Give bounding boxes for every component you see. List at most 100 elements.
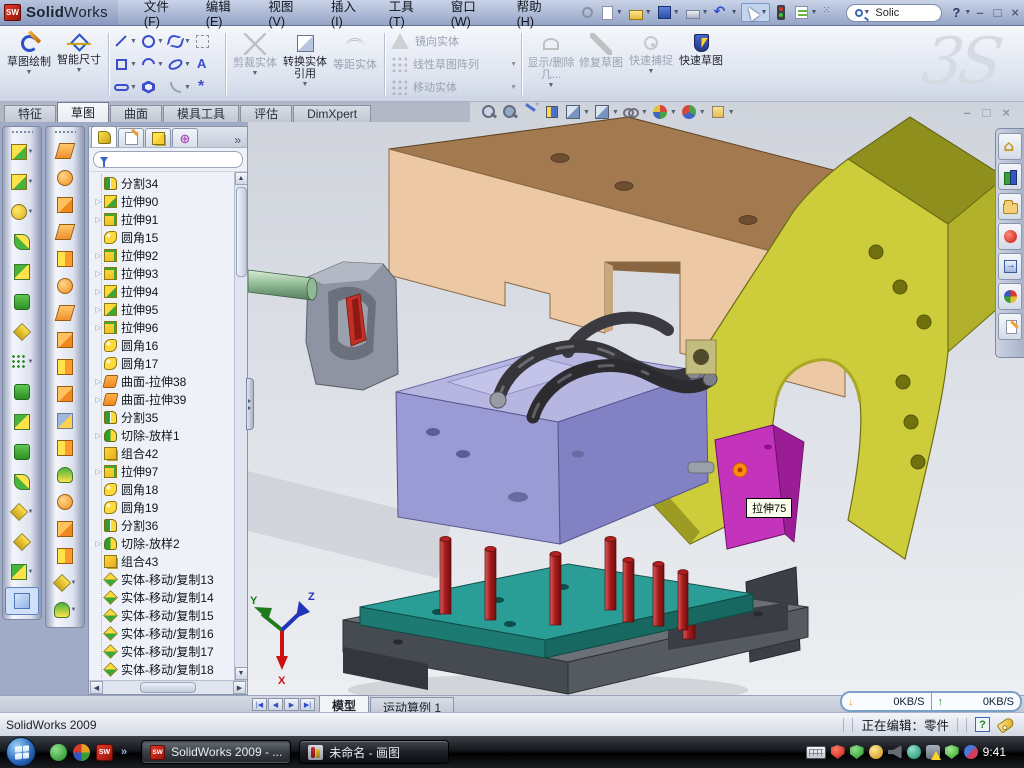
- repair-sketch-button[interactable]: 修复草图 ▼: [576, 29, 626, 99]
- panel-tabs-overflow[interactable]: »: [234, 133, 241, 147]
- dropdown-caret-icon[interactable]: ▼: [28, 509, 34, 515]
- keyboard-layout-icon[interactable]: [806, 746, 826, 759]
- arc-icon[interactable]: ▼: [140, 53, 167, 76]
- mirror-feature-icon[interactable]: ▼: [3, 377, 41, 407]
- linear-pattern-icon[interactable]: ▼: [3, 347, 41, 377]
- parting-surface-icon[interactable]: ▼: [46, 461, 84, 488]
- trim-entities-button[interactable]: 剪裁实体 ▼: [230, 29, 280, 99]
- ribbon-tab[interactable]: 曲面: [110, 105, 162, 122]
- first-tab-button[interactable]: |◀: [252, 698, 267, 711]
- solidworks-resources-tab[interactable]: [998, 133, 1022, 160]
- draft-icon[interactable]: ▼: [3, 437, 41, 467]
- dropdown-caret-icon[interactable]: ▼: [130, 84, 139, 91]
- network-alert-tray-icon[interactable]: [926, 745, 940, 759]
- menu-item[interactable]: 视图(V): [258, 0, 319, 32]
- extruded-boss-icon[interactable]: ▼: [3, 137, 41, 167]
- open-icon[interactable]: ▼: [626, 5, 654, 21]
- feature-tree-item[interactable]: ▷ 圆角16: [93, 336, 234, 354]
- zoom-area-icon[interactable]: ▼: [501, 103, 519, 121]
- menu-item[interactable]: 编辑(E): [196, 0, 257, 32]
- doc-close-button[interactable]: ×: [1002, 107, 1010, 119]
- sketch-fillet-icon[interactable]: ▼: [167, 76, 194, 99]
- surface-reference-icon[interactable]: ▼: [46, 569, 84, 596]
- feature-tree-item[interactable]: ▷ 拉伸96: [93, 318, 234, 336]
- scrollbar-thumb[interactable]: [140, 682, 196, 693]
- dropdown-caret-icon[interactable]: ▼: [548, 82, 555, 89]
- display-delete-relations-button[interactable]: 显示/删除几... ▼: [526, 29, 576, 99]
- feature-tree-item[interactable]: ▷ 切除-放样1: [93, 426, 234, 444]
- expand-arrow-icon[interactable]: ▷: [93, 269, 104, 278]
- graphics-viewport[interactable]: X Y Z ▼ ▼ ▼ ▼ ▼: [248, 102, 1024, 695]
- start-button[interactable]: [6, 737, 36, 767]
- apply-scene-icon[interactable]: ▼: [680, 103, 706, 121]
- dropdown-caret-icon[interactable]: ▼: [28, 209, 34, 215]
- dropdown-caret-icon[interactable]: ▼: [184, 84, 193, 91]
- model-part-guide-boss[interactable]: [686, 340, 716, 374]
- feature-tree-item[interactable]: ▷ 圆角15: [93, 228, 234, 246]
- ribbon-tab[interactable]: DimXpert: [293, 105, 371, 122]
- options-icon[interactable]: ▼: [792, 4, 819, 21]
- panel-splitter-handle[interactable]: [246, 378, 254, 430]
- core-icon[interactable]: ▼: [46, 515, 84, 542]
- offset-surface-icon[interactable]: ▼: [46, 218, 84, 245]
- expand-arrow-icon[interactable]: ▷: [93, 287, 104, 296]
- dropdown-caret-icon[interactable]: ▼: [184, 38, 193, 45]
- swept-surface-icon[interactable]: ▼: [46, 137, 84, 164]
- dropdown-caret-icon[interactable]: ▼: [670, 109, 677, 116]
- shell-icon[interactable]: ▼: [3, 287, 41, 317]
- security-alert-tray-icon[interactable]: [831, 745, 845, 759]
- app-quicklaunch-icon[interactable]: [73, 744, 90, 761]
- toolbar-overflow-icon[interactable]: ⁙ ▼: [820, 4, 840, 22]
- dropdown-caret-icon[interactable]: ▼: [130, 61, 139, 68]
- scroll-down-icon[interactable]: ▼: [235, 667, 248, 680]
- taskbar-clock[interactable]: 9:41: [983, 745, 1006, 759]
- model-part-sprue-rod[interactable]: [248, 270, 317, 300]
- expand-arrow-icon[interactable]: ▷: [93, 323, 104, 332]
- dropdown-caret-icon[interactable]: ▼: [26, 69, 33, 76]
- mirror-entities-button[interactable]: 镜向实体 ▼: [389, 31, 517, 51]
- dropdown-caret-icon[interactable]: ▼: [157, 61, 166, 68]
- menu-item[interactable]: 工具(T): [379, 0, 439, 32]
- text-icon[interactable]: ▼: [194, 53, 221, 76]
- feature-tree-item[interactable]: ▷ 分割36: [93, 516, 234, 534]
- extruded-cut-icon[interactable]: ▼: [3, 167, 41, 197]
- menu-item[interactable]: 插入(I): [321, 0, 377, 32]
- lofted-boss-icon[interactable]: ▼: [3, 257, 41, 287]
- dropdown-caret-icon[interactable]: ▼: [673, 9, 680, 16]
- trim-surface-icon[interactable]: ▼: [46, 353, 84, 380]
- featuremanager-tab[interactable]: [91, 126, 117, 147]
- feature-tree-item[interactable]: ▷ 拉伸93: [93, 264, 234, 282]
- dropdown-caret-icon[interactable]: ▼: [130, 38, 139, 45]
- restore-button[interactable]: □: [989, 5, 1007, 20]
- scroll-left-icon[interactable]: ◀: [90, 681, 103, 694]
- view-palette-tab[interactable]: [998, 253, 1022, 280]
- dropdown-caret-icon[interactable]: ▼: [702, 9, 709, 16]
- solidworks-quicklaunch-icon[interactable]: SW: [96, 744, 113, 761]
- zoom-fit-icon[interactable]: ▼: [480, 103, 498, 121]
- dropdown-caret-icon[interactable]: ▼: [731, 9, 738, 16]
- appearances-tab[interactable]: [998, 223, 1022, 250]
- expand-arrow-icon[interactable]: ▷: [93, 215, 104, 224]
- pin-icon[interactable]: ▼: [578, 4, 597, 21]
- feature-tree-item[interactable]: ▷ 组合43: [93, 552, 234, 570]
- ribbon-tab[interactable]: 草图: [57, 102, 109, 122]
- ruled-surface-icon[interactable]: ▼: [46, 191, 84, 218]
- filter-input[interactable]: [112, 154, 254, 166]
- hole-wizard-icon[interactable]: ▼: [3, 317, 41, 347]
- dropdown-caret-icon[interactable]: ▼: [612, 109, 619, 116]
- quick-launch-overflow[interactable]: »: [121, 746, 127, 758]
- view-orientation-icon[interactable]: ▼: [564, 103, 590, 121]
- thicken-icon[interactable]: ▼: [46, 380, 84, 407]
- toolbar-grip[interactable]: [11, 130, 33, 134]
- linear-sketch-pattern-button[interactable]: 线性草图阵列 ▼: [389, 54, 517, 74]
- propertymanager-tab[interactable]: [118, 128, 144, 147]
- dropdown-caret-icon[interactable]: ▼: [728, 109, 735, 116]
- sketch-button[interactable]: 草图绘制 ▼: [4, 29, 54, 99]
- taskbar-window-button[interactable]: SW SolidWorks 2009 - ...: [141, 740, 291, 764]
- update-badge-tray-icon[interactable]: [869, 745, 883, 759]
- section-view-icon[interactable]: ▼: [543, 103, 561, 121]
- tooling-split-icon[interactable]: ▼: [46, 488, 84, 515]
- feature-tree-item[interactable]: ▷ 分割35: [93, 408, 234, 426]
- antivirus-tray-icon[interactable]: [850, 745, 864, 759]
- line-icon[interactable]: ▼: [113, 30, 140, 53]
